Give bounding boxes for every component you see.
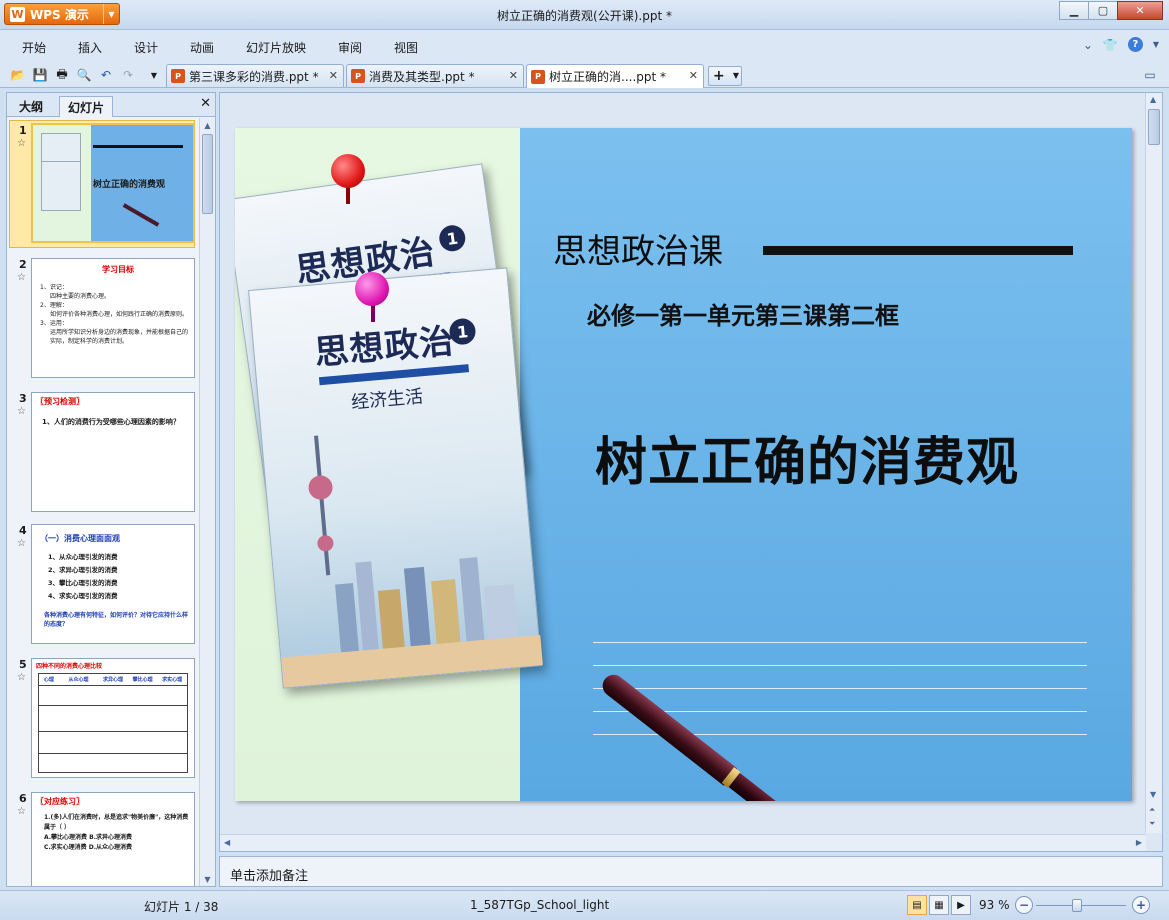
- thumbnail-number: 6: [19, 792, 27, 805]
- editor-vertical-scrollbar[interactable]: ▲ ▼ ⏶ ⏷: [1145, 93, 1162, 833]
- print-preview-icon[interactable]: 🔍: [76, 67, 92, 83]
- new-tab-button[interactable]: + ▼: [708, 66, 742, 86]
- notes-pane[interactable]: 单击添加备注: [219, 856, 1163, 887]
- scroll-up-icon[interactable]: ▲: [1150, 95, 1156, 104]
- menu-home[interactable]: 开始: [22, 39, 46, 56]
- thumbnail-scrollbar[interactable]: ▲ ▼: [199, 118, 215, 886]
- tab-list-icon[interactable]: ▭: [1142, 67, 1158, 83]
- scroll-down-icon[interactable]: ▼: [1150, 790, 1156, 799]
- doc-tab-1[interactable]: P 第三课多彩的消费.ppt * ✕: [166, 64, 344, 87]
- zoom-out-button[interactable]: −: [1015, 896, 1033, 914]
- ppt-file-icon: P: [171, 69, 185, 83]
- thumbnail-number: 5: [19, 658, 27, 671]
- thumbnail-slide-2[interactable]: 学习目标 1、识记： 四种主要的消费心理。 2、理解： 如何评价各种消费心理，如…: [31, 258, 195, 378]
- animation-star-icon: ☆: [17, 538, 26, 549]
- thumbnail-number: 3: [19, 392, 27, 405]
- print-icon[interactable]: 🖶: [54, 67, 70, 83]
- previous-slide-icon[interactable]: ⏶: [1149, 805, 1155, 815]
- magenta-pin-icon: [355, 272, 389, 306]
- skin-icon[interactable]: 👕: [1103, 38, 1118, 52]
- thumbnail-slide-3[interactable]: 〖预习检测〗 1、人们的消费行为受哪些心理因素的影响？: [31, 392, 195, 512]
- thumbnail-slide-5[interactable]: 四种不同的消费心理比较 心理 从众心理 求异心理 攀比心理 求实心理: [31, 658, 195, 778]
- tab-outline[interactable]: 大纲: [11, 96, 51, 117]
- zoom-level[interactable]: 93 %: [979, 898, 1010, 912]
- animation-star-icon: ☆: [17, 806, 26, 817]
- chevron-down-icon[interactable]: ▼: [1153, 40, 1159, 49]
- menu-animation[interactable]: 动画: [190, 39, 214, 56]
- plus-icon: +: [713, 68, 725, 84]
- doc-tab-2[interactable]: P 消费及其类型.ppt * ✕: [346, 64, 524, 87]
- close-tab-icon[interactable]: ✕: [509, 69, 518, 82]
- title-bar: W WPS 演示 ▼ 树立正确的消费观(公开课).ppt * ▁ ▢ ✕: [0, 0, 1169, 30]
- menu-view[interactable]: 视图: [394, 39, 418, 56]
- animation-star-icon: ☆: [17, 272, 26, 283]
- redo-icon[interactable]: ↷: [120, 67, 136, 83]
- collapse-ribbon-icon[interactable]: ⌄: [1083, 38, 1093, 52]
- title-underline: [763, 246, 1073, 255]
- maximize-button[interactable]: ▢: [1088, 1, 1118, 20]
- save-icon[interactable]: 💾: [32, 67, 48, 83]
- doc-tab-3[interactable]: P 树立正确的消....ppt * ✕: [526, 64, 704, 88]
- ppt-file-icon: P: [351, 69, 365, 83]
- close-tab-icon[interactable]: ✕: [329, 69, 338, 82]
- template-name: 1_587TGp_School_light: [470, 898, 610, 912]
- tab-slides[interactable]: 幻灯片: [59, 96, 114, 117]
- menu-bar: 开始 插入 设计 动画 幻灯片放映 审阅 视图 ⌄ 👕 ? ▼: [0, 30, 1169, 62]
- scroll-up-icon[interactable]: ▲: [200, 118, 215, 132]
- zoom-in-button[interactable]: +: [1132, 896, 1150, 914]
- doc-tab-label: 消费及其类型.ppt *: [369, 69, 475, 84]
- menu-design[interactable]: 设计: [134, 39, 158, 56]
- menu-slideshow[interactable]: 幻灯片放映: [246, 39, 306, 56]
- help-icon[interactable]: ?: [1127, 37, 1143, 52]
- menu-insert[interactable]: 插入: [78, 39, 102, 56]
- close-tab-icon[interactable]: ✕: [689, 69, 698, 82]
- zoom-slider-handle[interactable]: [1072, 899, 1082, 912]
- slide-sorter-view-icon[interactable]: ▦: [929, 895, 949, 915]
- scrollbar-thumb[interactable]: [1148, 109, 1160, 145]
- slide-main-title[interactable]: 树立正确的消费观: [595, 420, 1019, 495]
- scroll-right-icon[interactable]: ▶: [1136, 838, 1142, 847]
- close-panel-icon[interactable]: ✕: [200, 96, 211, 111]
- menu-review[interactable]: 审阅: [338, 39, 362, 56]
- window-title: 树立正确的消费观(公开课).ppt *: [497, 9, 672, 23]
- slides-panel: 大纲 幻灯片 ✕ 1 ☆ 树立正确的消费观 2 ☆ 学习目标 1、识记： 四种主…: [6, 92, 216, 887]
- animation-star-icon: ☆: [17, 406, 26, 417]
- thumbnail-number: 2: [19, 258, 27, 271]
- quick-access-toolbar: 📂 💾 🖶 🔍 ↶ ↷ ▼ P 第三课多彩的消费.ppt * ✕ P 消费及其类…: [0, 62, 1169, 88]
- normal-view-icon[interactable]: ▤: [907, 895, 927, 915]
- thumbnail-slide-6[interactable]: 〖对应练习〗 1.(多)人们在消费时，总是追求"物美价廉"，这种消费属于（ ） …: [31, 792, 195, 886]
- open-folder-icon[interactable]: 📂: [10, 67, 26, 83]
- slide-counter: 幻灯片 1 / 38: [144, 900, 219, 914]
- undo-icon[interactable]: ↶: [98, 67, 114, 83]
- scroll-left-icon[interactable]: ◀: [224, 838, 230, 847]
- customize-toolbar-icon[interactable]: ▼: [146, 67, 162, 83]
- thumbnail-slide-4[interactable]: （一）消费心理面面观 1、从众心理引发的消费 2、求异心理引发的消费 3、攀比心…: [31, 524, 195, 644]
- notes-placeholder[interactable]: 单击添加备注: [230, 865, 308, 884]
- thumbnail-list: 1 ☆ 树立正确的消费观 2 ☆ 学习目标 1、识记： 四种主要的消费心理。 2…: [7, 118, 199, 886]
- slide-title[interactable]: 思想政治课: [553, 224, 723, 273]
- slide-subtitle[interactable]: 必修一第一单元第三课第二框: [587, 296, 899, 331]
- editor-horizontal-scrollbar[interactable]: ◀ ▶: [220, 834, 1146, 851]
- scroll-down-icon[interactable]: ▼: [200, 872, 215, 886]
- minimize-button[interactable]: ▁: [1059, 1, 1089, 20]
- thumbnail-title: 树立正确的消费观: [93, 180, 166, 190]
- red-pin-icon: [331, 154, 365, 188]
- close-button[interactable]: ✕: [1117, 1, 1163, 20]
- thumbnail-slide-1[interactable]: 树立正确的消费观: [31, 123, 195, 243]
- current-slide[interactable]: 思想政治 1 思想政治 1 经济生活 思想政治课 必修一第一单元第三课第二框 树…: [235, 128, 1132, 801]
- scrollbar-thumb[interactable]: [202, 134, 213, 214]
- animation-star-icon: ☆: [17, 672, 26, 683]
- textbook-image: 思想政治 1 经济生活: [248, 267, 543, 689]
- doc-tab-label: 第三课多彩的消费.ppt *: [189, 69, 319, 84]
- status-bar: 幻灯片 1 / 38 1_587TGp_School_light ▤ ▦ ▶ 9…: [0, 890, 1169, 920]
- chevron-down-icon[interactable]: ▼: [733, 71, 739, 80]
- thumbnail-number: 1: [19, 124, 27, 137]
- next-slide-icon[interactable]: ⏷: [1149, 819, 1155, 829]
- slideshow-view-icon[interactable]: ▶: [951, 895, 971, 915]
- ppt-file-icon: P: [531, 69, 545, 84]
- doc-tab-label: 树立正确的消....ppt *: [549, 70, 667, 84]
- thumbnail-number: 4: [19, 524, 27, 537]
- animation-star-icon: ☆: [17, 138, 26, 149]
